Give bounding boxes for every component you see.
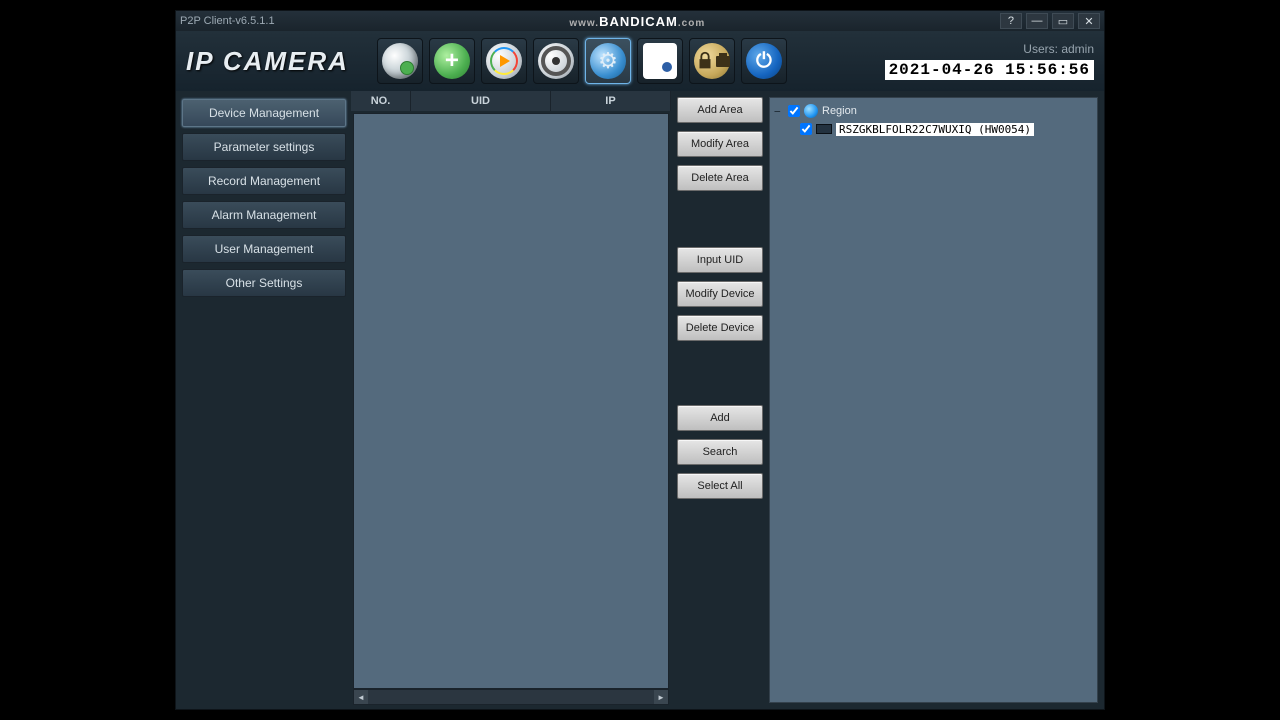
header: IP CAMERA +⏻ Users: admin 2021-04-26 15:… [176, 31, 1104, 91]
bandicam-watermark: www.BANDICAM.com [569, 14, 705, 29]
window-controls: ? — ▭ ✕ [1000, 13, 1100, 29]
region-tree[interactable]: − Region RSZGKBLFOLR22C7WUXIQ (HW0054) [769, 97, 1098, 703]
action-button-column: Add Area Modify Area Delete Area Input UID M… [671, 91, 769, 709]
tree-child-row[interactable]: RSZGKBLFOLR22C7WUXIQ (HW0054) [774, 120, 1093, 138]
sidebar-item-label: Alarm Management [212, 208, 317, 222]
toolbar-lock[interactable] [689, 38, 735, 84]
webcam-icon [382, 43, 418, 79]
add-icon: + [434, 43, 470, 79]
lock-icon [694, 43, 730, 79]
app-window: P2P Client-v6.5.1.1 www.BANDICAM.com ? —… [175, 10, 1105, 710]
device-list-header: NO. UID IP [351, 91, 671, 111]
add-area-button[interactable]: Add Area [677, 97, 763, 123]
tree-root-row[interactable]: − Region [774, 102, 1093, 120]
device-icon [816, 124, 832, 134]
sidebar-item-label: Device Management [209, 106, 319, 120]
help-button[interactable]: ? [1000, 13, 1022, 29]
sidebar-item-device-management[interactable]: Device Management [182, 99, 346, 127]
power-icon: ⏻ [746, 43, 782, 79]
toolbar-power[interactable]: ⏻ [741, 38, 787, 84]
tree-root-label: Region [822, 105, 857, 117]
minimize-button[interactable]: — [1026, 13, 1048, 29]
sidebar-item-label: Record Management [208, 174, 320, 188]
main-area: Device Management Parameter settings Recor… [176, 91, 1104, 709]
sidebar-item-record-management[interactable]: Record Management [182, 167, 346, 195]
sidebar-item-label: Parameter settings [214, 140, 315, 154]
sidebar-item-other-settings[interactable]: Other Settings [182, 269, 346, 297]
delete-area-button[interactable]: Delete Area [677, 165, 763, 191]
toolbar-add-device[interactable]: + [429, 38, 475, 84]
toolbar-log[interactable] [637, 38, 683, 84]
col-header-ip[interactable]: IP [551, 91, 671, 111]
sidebar-item-user-management[interactable]: User Management [182, 235, 346, 263]
scroll-left-icon[interactable]: ◄ [354, 690, 368, 704]
close-button[interactable]: ✕ [1078, 13, 1100, 29]
tree-collapse-icon[interactable]: − [774, 105, 784, 118]
modify-device-button[interactable]: Modify Device [677, 281, 763, 307]
toolbar-live-view[interactable] [377, 38, 423, 84]
record-icon [538, 43, 574, 79]
modify-area-button[interactable]: Modify Area [677, 131, 763, 157]
header-right: Users: admin 2021-04-26 15:56:56 [885, 42, 1094, 80]
tree-child-label: RSZGKBLFOLR22C7WUXIQ (HW0054) [836, 123, 1034, 136]
device-list-scrollbar[interactable]: ◄ ► [353, 689, 669, 705]
toolbar-settings[interactable] [585, 38, 631, 84]
col-header-uid[interactable]: UID [411, 91, 551, 111]
col-header-no[interactable]: NO. [351, 91, 411, 111]
toolbar-playback[interactable] [481, 38, 527, 84]
maximize-button[interactable]: ▭ [1052, 13, 1074, 29]
app-logo: IP CAMERA [186, 46, 349, 77]
toolbar-record[interactable] [533, 38, 579, 84]
select-all-button[interactable]: Select All [677, 473, 763, 499]
datetime-display: 2021-04-26 15:56:56 [885, 60, 1094, 80]
globe-icon [804, 104, 818, 118]
settings-sidebar: Device Management Parameter settings Recor… [176, 91, 351, 709]
add-button[interactable]: Add [677, 405, 763, 431]
sidebar-item-label: User Management [215, 242, 314, 256]
user-info: Users: admin [1023, 42, 1094, 56]
delete-device-button[interactable]: Delete Device [677, 315, 763, 341]
sidebar-item-parameter-settings[interactable]: Parameter settings [182, 133, 346, 161]
input-uid-button[interactable]: Input UID [677, 247, 763, 273]
title-bar: P2P Client-v6.5.1.1 www.BANDICAM.com ? —… [176, 11, 1104, 31]
tree-root-checkbox[interactable] [788, 105, 800, 117]
toolbar: +⏻ [377, 38, 787, 84]
settings-icon [590, 43, 626, 79]
sidebar-item-label: Other Settings [226, 276, 303, 290]
device-list-panel: NO. UID IP ◄ ► [351, 91, 671, 709]
search-button[interactable]: Search [677, 439, 763, 465]
sidebar-item-alarm-management[interactable]: Alarm Management [182, 201, 346, 229]
tree-child-checkbox[interactable] [800, 123, 812, 135]
scroll-right-icon[interactable]: ► [654, 690, 668, 704]
playback-icon [486, 43, 522, 79]
device-list-body[interactable] [353, 113, 669, 689]
app-title: P2P Client-v6.5.1.1 [180, 15, 275, 27]
log-icon [643, 43, 677, 79]
